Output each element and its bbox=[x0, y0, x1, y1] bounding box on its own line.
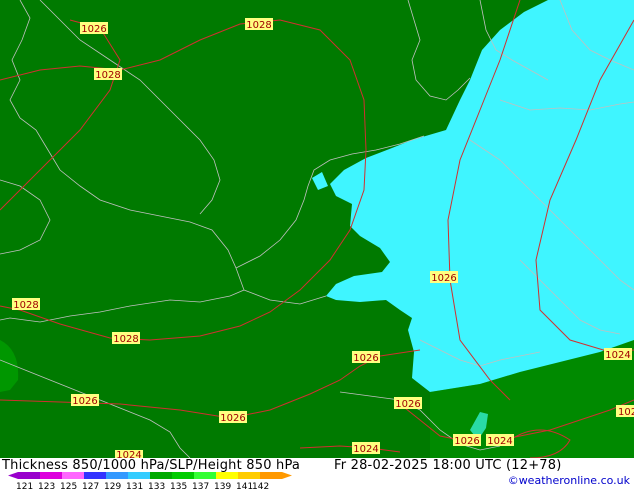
map-view: 1026 1028 1028 1028 1028 1026 1026 1026 … bbox=[0, 0, 634, 490]
isobar-label-text: 1024 bbox=[116, 450, 141, 458]
isobar-label-10: 1024 bbox=[604, 348, 632, 361]
legend-tick-label: 135 bbox=[170, 482, 187, 490]
legend-tick-label: 139 bbox=[214, 482, 231, 490]
isobar-label-text: 1028 bbox=[95, 70, 120, 81]
isobar-label-2: 1028 bbox=[94, 68, 122, 81]
legend-swatch bbox=[18, 472, 40, 479]
legend-tick-label: 123 bbox=[38, 482, 55, 490]
legend-tick-label: 137 bbox=[192, 482, 209, 490]
isobar-label-9: 1026 bbox=[394, 397, 422, 410]
legend-swatch bbox=[84, 472, 106, 479]
isobar-label-text: 1026 bbox=[395, 399, 420, 410]
isobar-label-4: 1028 bbox=[112, 332, 140, 345]
isobar-label-3: 1028 bbox=[12, 298, 40, 311]
legend-swatch bbox=[172, 472, 194, 479]
isobar-label-text: 1028 bbox=[246, 20, 271, 31]
isobar-label-text: 1026 bbox=[72, 396, 97, 407]
isobar-label-text: 1026 bbox=[454, 436, 479, 447]
isobar-label-5: 1026 bbox=[430, 271, 458, 284]
isobar-label-13: 1024 bbox=[352, 442, 380, 455]
isobar-label-11: 1024 bbox=[486, 434, 514, 447]
isobar-label-12: 1026 bbox=[453, 434, 481, 447]
isobar-label-text: 1024 bbox=[487, 436, 512, 447]
map-title: Thickness 850/1000 hPa/SLP/Height 850 hP… bbox=[2, 458, 301, 473]
legend-swatch bbox=[62, 472, 84, 479]
isobar-label-7: 1026 bbox=[71, 394, 99, 407]
isobar-label-text: 1026 bbox=[220, 413, 245, 424]
legend-swatch bbox=[194, 472, 216, 479]
isobar-label-text: 1028 bbox=[13, 300, 38, 311]
isobar-label-0: 1026 bbox=[80, 22, 108, 35]
isobar-label-14: 1024 bbox=[115, 450, 143, 458]
legend-swatch bbox=[128, 472, 150, 479]
isobar-label-15: 102 bbox=[616, 405, 634, 418]
isobar-label-text: 1028 bbox=[113, 334, 138, 345]
legend-swatch bbox=[106, 472, 128, 479]
legend-tick-label: 129 bbox=[104, 482, 121, 490]
credit-link[interactable]: ©weatheronline.co.uk bbox=[508, 474, 630, 487]
legend-tick-label: 131 bbox=[126, 482, 143, 490]
legend-tick-label: 121 bbox=[16, 482, 33, 490]
isobar-label-1: 1028 bbox=[245, 18, 273, 31]
isobar-label-text: 1024 bbox=[605, 350, 630, 361]
legend-swatch bbox=[260, 472, 282, 479]
legend-tick-label: 133 bbox=[148, 482, 165, 490]
footer-bar: Thickness 850/1000 hPa/SLP/Height 850 hP… bbox=[0, 458, 634, 490]
legend-tick-label: 141 bbox=[236, 482, 253, 490]
isobar-label-text: 102 bbox=[618, 407, 634, 418]
isobar-label-text: 1026 bbox=[353, 353, 378, 364]
isobar-label-text: 1026 bbox=[81, 24, 106, 35]
isobar-label-text: 1026 bbox=[431, 273, 456, 284]
map-canvas: 1026 1028 1028 1028 1028 1026 1026 1026 … bbox=[0, 0, 634, 458]
isobar-label-text: 1024 bbox=[353, 444, 378, 455]
isobar-label-6: 1026 bbox=[352, 351, 380, 364]
legend-arrow-left bbox=[8, 472, 18, 479]
legend-swatch bbox=[40, 472, 62, 479]
valid-time: Fr 28-02-2025 18:00 UTC (12+78) bbox=[334, 458, 562, 473]
legend-tick-label: 125 bbox=[60, 482, 77, 490]
legend-swatch bbox=[150, 472, 172, 479]
color-legend: 121 123 125 127 129 131 133 135 137 139 141142 bbox=[8, 472, 292, 490]
legend-swatch bbox=[238, 472, 260, 479]
legend-swatch bbox=[216, 472, 238, 479]
legend-tick-label: 142 bbox=[252, 482, 269, 490]
legend-arrow-right bbox=[282, 472, 292, 479]
isobar-label-8: 1026 bbox=[219, 411, 247, 424]
legend-tick-label: 127 bbox=[82, 482, 99, 490]
